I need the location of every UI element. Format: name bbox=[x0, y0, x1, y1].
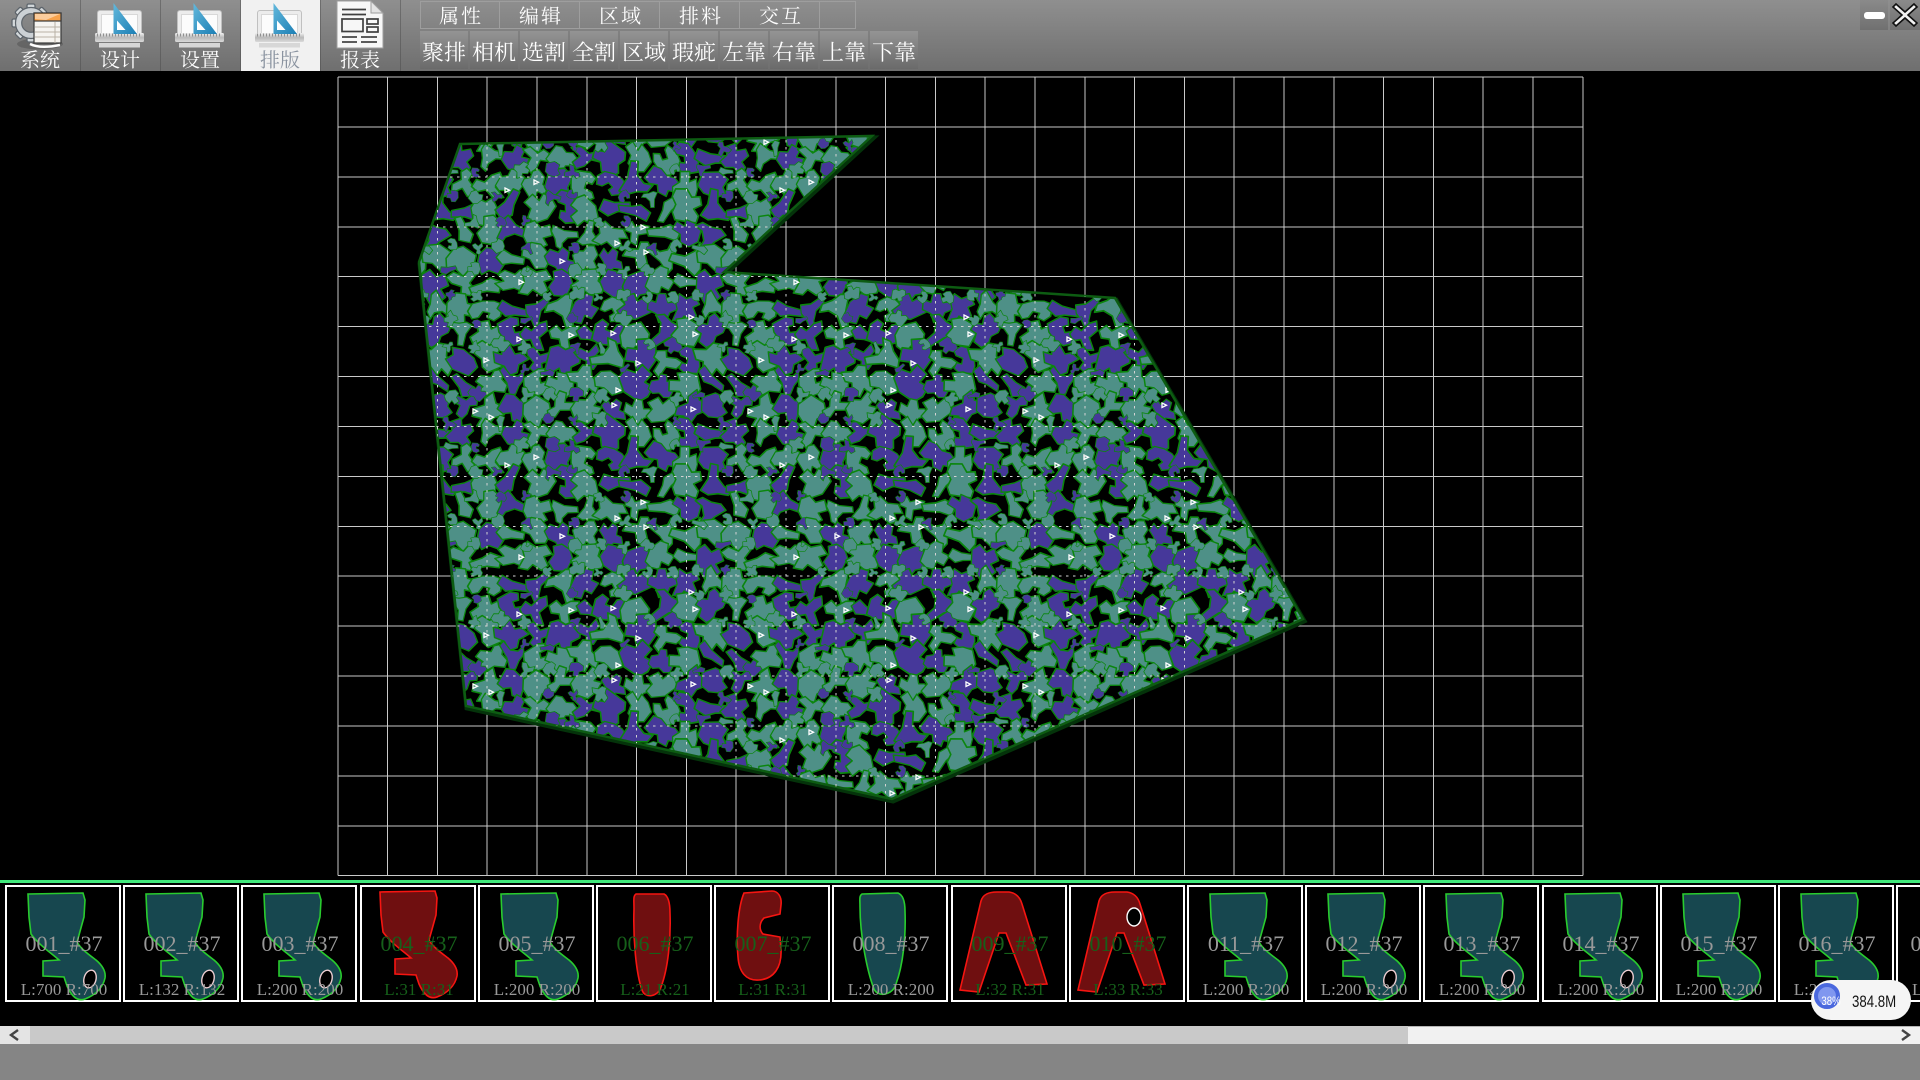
svg-text:012_#37: 012_#37 bbox=[1326, 931, 1403, 956]
svg-text:001_#37: 001_#37 bbox=[26, 931, 103, 956]
svg-text:L:200 R:200: L:200 R:200 bbox=[848, 980, 934, 999]
svg-text:0: 0 bbox=[1911, 931, 1920, 956]
svg-text:009_#37: 009_#37 bbox=[972, 931, 1049, 956]
svg-text:L:700 R:700: L:700 R:700 bbox=[21, 980, 107, 999]
svg-text:015_#37: 015_#37 bbox=[1681, 931, 1758, 956]
svg-text:005_#37: 005_#37 bbox=[499, 931, 576, 956]
svg-text:L:200 R:200: L:200 R:200 bbox=[1321, 980, 1407, 999]
svg-text:L:32 R:31: L:32 R:31 bbox=[975, 980, 1044, 999]
svg-text:L:: L: bbox=[1912, 980, 1920, 999]
svg-text:016_#37: 016_#37 bbox=[1799, 931, 1876, 956]
svg-text:L:31 R:31: L:31 R:31 bbox=[384, 980, 453, 999]
svg-text:008_#37: 008_#37 bbox=[853, 931, 930, 956]
svg-text:L:33 R:33: L:33 R:33 bbox=[1093, 980, 1162, 999]
svg-text:L:200 R:200: L:200 R:200 bbox=[257, 980, 343, 999]
svg-text:010_#37: 010_#37 bbox=[1090, 931, 1167, 956]
svg-text:013_#37: 013_#37 bbox=[1444, 931, 1521, 956]
svg-text:011_#37: 011_#37 bbox=[1208, 931, 1284, 956]
svg-text:014_#37: 014_#37 bbox=[1563, 931, 1640, 956]
svg-text:L:21 R:21: L:21 R:21 bbox=[620, 980, 689, 999]
svg-text:L:200 R:200: L:200 R:200 bbox=[1439, 980, 1525, 999]
svg-text:L:31 R:31: L:31 R:31 bbox=[738, 980, 807, 999]
svg-text:L:200 R:200: L:200 R:200 bbox=[1676, 980, 1762, 999]
svg-text:003_#37: 003_#37 bbox=[262, 931, 339, 956]
svg-text:L:200 R:200: L:200 R:200 bbox=[1558, 980, 1644, 999]
svg-text:002_#37: 002_#37 bbox=[144, 931, 221, 956]
svg-text:007_#37: 007_#37 bbox=[735, 931, 812, 956]
svg-text:006_#37: 006_#37 bbox=[617, 931, 694, 956]
svg-text:004_#37: 004_#37 bbox=[381, 931, 458, 956]
svg-text:L:200 R:200: L:200 R:200 bbox=[494, 980, 580, 999]
svg-text:L:200 R:200: L:200 R:200 bbox=[1203, 980, 1289, 999]
svg-text:L:132 R:132: L:132 R:132 bbox=[139, 980, 225, 999]
